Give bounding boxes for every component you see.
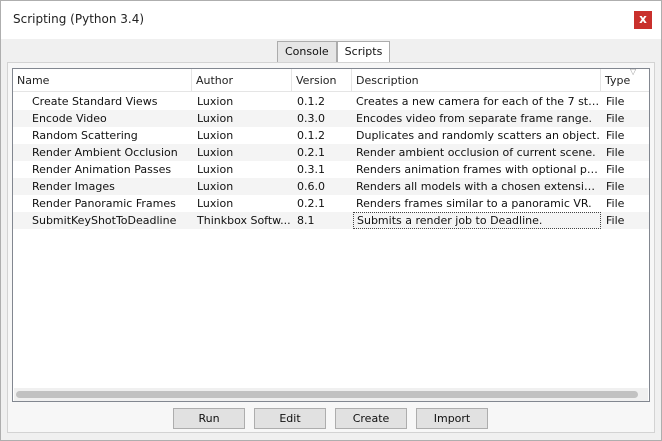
cell-name: Create Standard Views bbox=[32, 95, 158, 108]
cell-version: 0.2.1 bbox=[297, 146, 325, 159]
cell-name: Render Animation Passes bbox=[32, 163, 172, 176]
cell-type: File bbox=[606, 214, 625, 227]
table-row[interactable]: Render Images Luxion 0.6.0 Renders all mode… bbox=[13, 178, 649, 195]
table-row[interactable]: Encode Video Luxion 0.3.0 Encodes video fro… bbox=[13, 110, 649, 127]
cell-author: Thinkbox Softw... bbox=[197, 214, 291, 227]
cell-version: 0.3.1 bbox=[297, 163, 325, 176]
close-icon: x bbox=[639, 12, 647, 26]
horizontal-scrollbar[interactable] bbox=[14, 388, 648, 401]
cell-description: Duplicates and randomly scatters an obje… bbox=[356, 129, 600, 142]
table-header: Name Author Version Description Type ▽ bbox=[13, 67, 649, 92]
cell-version: 0.6.0 bbox=[297, 180, 325, 193]
cell-description: Encodes video from separate frame range. bbox=[356, 112, 592, 125]
tab-console[interactable]: Console bbox=[277, 41, 337, 63]
table-row[interactable]: Render Ambient Occlusion Luxion 0.2.1 Rende… bbox=[13, 144, 649, 161]
table-row[interactable]: Create Standard Views Luxion 0.1.2 Creates … bbox=[13, 93, 649, 110]
cell-type: File bbox=[606, 146, 625, 159]
tab-bar: Console Scripts bbox=[277, 41, 391, 64]
column-header-description[interactable]: Description bbox=[352, 69, 601, 92]
cell-type: File bbox=[606, 163, 625, 176]
column-header-version[interactable]: Version bbox=[292, 69, 352, 92]
column-header-type[interactable]: Type bbox=[601, 69, 649, 92]
table-row[interactable]: Random Scattering Luxion 0.1.2 Duplicates a… bbox=[13, 127, 649, 144]
close-button[interactable]: x bbox=[634, 11, 652, 29]
cell-description: Submits a render job to Deadline. bbox=[353, 212, 601, 229]
cell-type: File bbox=[606, 112, 625, 125]
cell-author: Luxion bbox=[197, 95, 234, 108]
create-button[interactable]: Create bbox=[335, 408, 407, 429]
cell-author: Luxion bbox=[197, 197, 234, 210]
cell-description: Renders all models with a chosen extensi… bbox=[356, 180, 601, 193]
table-row[interactable]: Render Animation Passes Luxion 0.3.1 Render… bbox=[13, 161, 649, 178]
cell-name: Random Scattering bbox=[32, 129, 138, 142]
cell-type: File bbox=[606, 180, 625, 193]
scripting-window: Scripting (Python 3.4) x Console Scripts… bbox=[0, 0, 662, 441]
cell-type: File bbox=[606, 129, 625, 142]
cell-author: Luxion bbox=[197, 112, 234, 125]
cell-name: Render Images bbox=[32, 180, 115, 193]
cell-author: Luxion bbox=[197, 180, 234, 193]
cell-type: File bbox=[606, 95, 625, 108]
cell-version: 0.3.0 bbox=[297, 112, 325, 125]
cell-version: 8.1 bbox=[297, 214, 315, 227]
cell-name: Render Ambient Occlusion bbox=[32, 146, 178, 159]
cell-version: 0.1.2 bbox=[297, 95, 325, 108]
cell-name: Encode Video bbox=[32, 112, 107, 125]
cell-name: SubmitKeyShotToDeadline bbox=[32, 214, 177, 227]
tab-scripts[interactable]: Scripts bbox=[336, 41, 391, 64]
import-button[interactable]: Import bbox=[416, 408, 488, 429]
scripts-table: Name Author Version Description Type ▽ C… bbox=[12, 67, 650, 402]
cell-version: 0.1.2 bbox=[297, 129, 325, 142]
cell-description: Render ambient occlusion of current scen… bbox=[356, 146, 596, 159]
cell-name: Render Panoramic Frames bbox=[32, 197, 176, 210]
cell-description: Renders frames similar to a panoramic VR… bbox=[356, 197, 592, 210]
cell-description: Creates a new camera for each of the 7 s… bbox=[356, 95, 601, 108]
table-row[interactable]: SubmitKeyShotToDeadline Thinkbox Softw...… bbox=[13, 212, 649, 229]
cell-type: File bbox=[606, 197, 625, 210]
cell-author: Luxion bbox=[197, 129, 234, 142]
column-header-author[interactable]: Author bbox=[192, 69, 292, 92]
cell-author: Luxion bbox=[197, 146, 234, 159]
edit-button[interactable]: Edit bbox=[254, 408, 326, 429]
cell-description: Renders animation frames with optional p… bbox=[356, 163, 601, 176]
column-header-name[interactable]: Name bbox=[13, 69, 192, 92]
window-title: Scripting (Python 3.4) bbox=[13, 12, 145, 26]
table-row[interactable]: Render Panoramic Frames Luxion 0.2.1 Render… bbox=[13, 195, 649, 212]
cell-author: Luxion bbox=[197, 163, 234, 176]
run-button[interactable]: Run bbox=[173, 408, 245, 429]
cell-version: 0.2.1 bbox=[297, 197, 325, 210]
scrollbar-thumb[interactable] bbox=[16, 391, 638, 398]
title-bar: Scripting (Python 3.4) x bbox=[1, 1, 661, 39]
sort-indicator-icon: ▽ bbox=[630, 67, 637, 76]
